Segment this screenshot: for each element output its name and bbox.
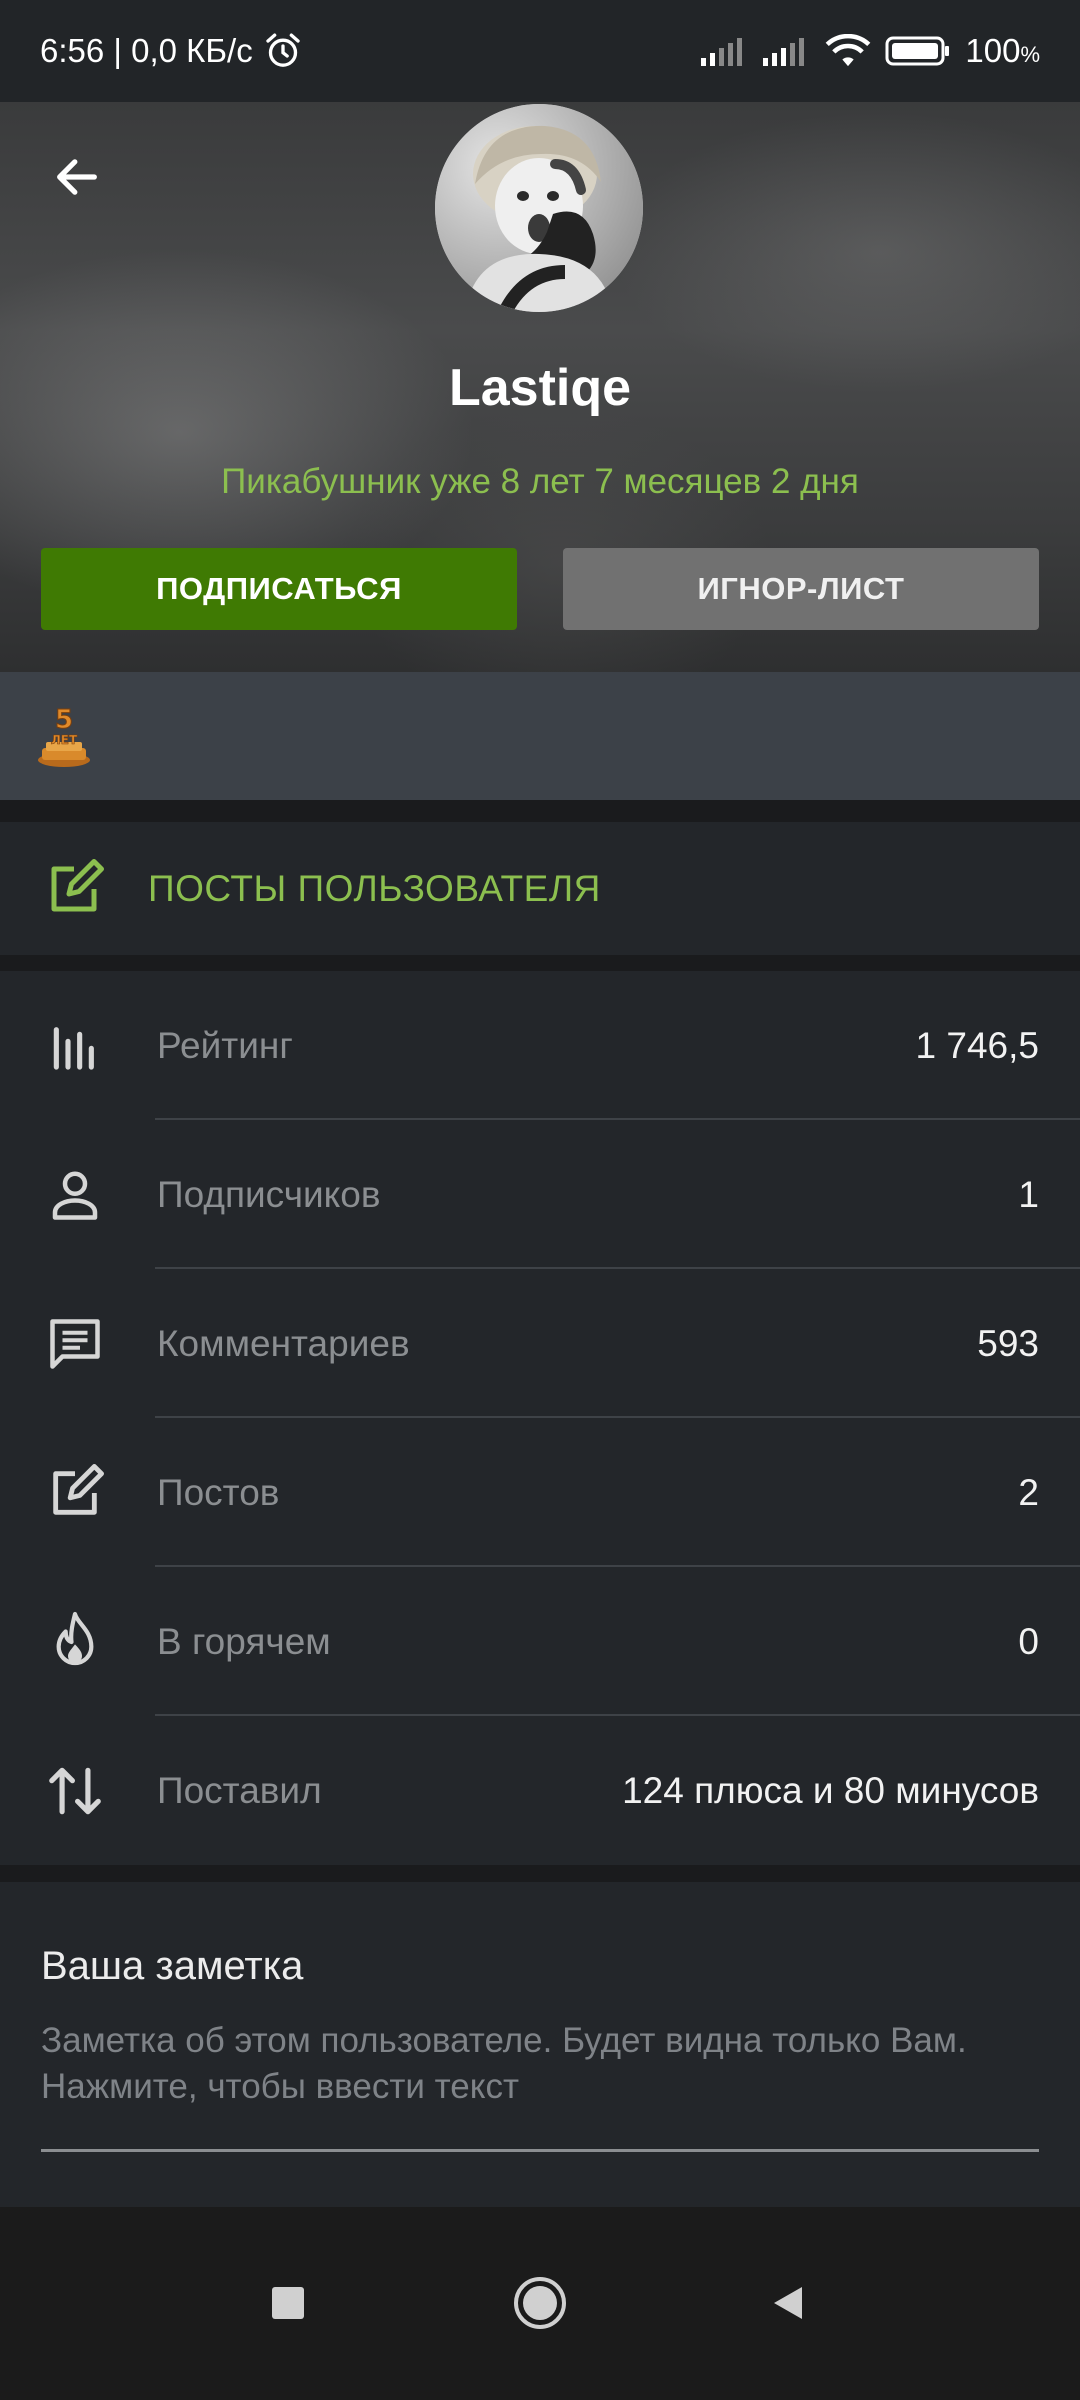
person-icon xyxy=(40,1160,110,1230)
stat-row-subscribers[interactable]: Подписчиков 1 xyxy=(0,1120,1080,1269)
triangle-back-icon xyxy=(774,2287,802,2319)
stat-row-votes[interactable]: Поставил 124 плюса и 80 минусов xyxy=(0,1716,1080,1865)
comment-icon xyxy=(40,1309,110,1379)
sort-arrows-icon xyxy=(40,1756,110,1826)
stat-row-posts[interactable]: Постов 2 xyxy=(0,1418,1080,1567)
stat-row-rating[interactable]: Рейтинг 1 746,5 xyxy=(0,971,1080,1120)
username: Lastiqe xyxy=(448,359,632,417)
award-5-years-badge[interactable]: 5 ЛЕТ xyxy=(36,704,92,768)
back-button[interactable] xyxy=(44,144,110,210)
recents-button[interactable] xyxy=(252,2267,324,2339)
signal-icon xyxy=(763,36,811,66)
back-nav-button[interactable] xyxy=(752,2267,824,2339)
awards-row: 5 ЛЕТ xyxy=(0,672,1080,800)
stat-label: Подписчиков xyxy=(157,1173,381,1215)
profile-screen: 6:56 | 0,0 КБ/с 100% Lastiqe Пикабушник … xyxy=(0,0,1080,2400)
stat-label: Комментариев xyxy=(157,1322,410,1364)
edit-icon xyxy=(40,1458,110,1528)
stat-label: Поставил xyxy=(157,1769,322,1811)
flame-icon xyxy=(40,1607,110,1677)
profile-header: Lastiqe Пикабушник уже 8 лет 7 месяцев 2… xyxy=(0,102,1080,672)
arrow-left-icon xyxy=(57,159,97,195)
battery-level: 100% xyxy=(965,32,1040,69)
signal-icon xyxy=(701,36,749,66)
stat-value: 124 плюса и 80 минусов xyxy=(622,1769,1039,1811)
stat-value: 1 xyxy=(1018,1173,1039,1215)
stat-row-comments[interactable]: Комментариев 593 xyxy=(0,1269,1080,1418)
stat-value: 593 xyxy=(977,1322,1039,1364)
stat-value: 1 746,5 xyxy=(915,1024,1039,1066)
stat-label: Постов xyxy=(157,1471,280,1513)
chart-icon xyxy=(40,1011,110,1081)
status-time: 6:56 | 0,0 КБ/с xyxy=(40,32,253,69)
user-posts-link[interactable]: ПОСТЫ ПОЛЬЗОВАТЕЛЯ xyxy=(0,822,1080,955)
status-bar: 6:56 | 0,0 КБ/с 100% xyxy=(0,0,1080,102)
stat-value: 2 xyxy=(1018,1471,1039,1513)
stat-label: В горячем xyxy=(157,1620,331,1662)
note-title: Ваша заметка xyxy=(41,1944,304,1988)
member-since: Пикабушник уже 8 лет 7 месяцев 2 дня xyxy=(221,462,859,501)
note-input[interactable]: Заметка об этом пользователе. Будет видн… xyxy=(41,2018,1041,2110)
home-button[interactable] xyxy=(504,2267,576,2339)
subscribe-button[interactable]: ПОДПИСАТЬСЯ xyxy=(41,548,517,630)
alarm-icon xyxy=(263,31,303,71)
system-nav-bar xyxy=(0,2207,1080,2400)
edit-icon xyxy=(51,858,104,911)
ignore-list-button[interactable]: ИГНОР-ЛИСТ xyxy=(563,548,1039,630)
user-note-section: Ваша заметка Заметка об этом пользовател… xyxy=(0,1882,1080,2207)
svg-text:5: 5 xyxy=(55,705,73,735)
wifi-icon xyxy=(825,34,871,68)
square-icon xyxy=(272,2287,304,2319)
battery-icon xyxy=(885,35,951,67)
stat-row-hot[interactable]: В горячем 0 xyxy=(0,1567,1080,1716)
svg-text:ЛЕТ: ЛЕТ xyxy=(51,733,78,747)
circle-icon xyxy=(514,2277,566,2329)
user-posts-label: ПОСТЫ ПОЛЬЗОВАТЕЛЯ xyxy=(148,867,601,909)
note-input-underline xyxy=(41,2149,1039,2152)
stat-value: 0 xyxy=(1018,1620,1039,1662)
stat-label: Рейтинг xyxy=(157,1024,293,1066)
avatar[interactable] xyxy=(435,104,643,312)
stats-list: Рейтинг 1 746,5 Подписчиков 1 Комментари… xyxy=(0,971,1080,1865)
